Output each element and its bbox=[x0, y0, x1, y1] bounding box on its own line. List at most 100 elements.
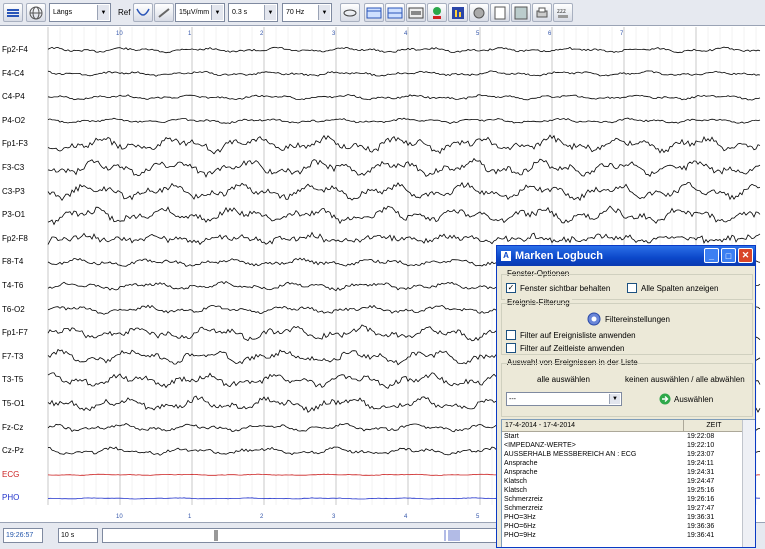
event-row[interactable]: PHO=6Hz 19:36:36 bbox=[502, 522, 755, 531]
event-row[interactable]: Schmerzreiz 19:27:47 bbox=[502, 504, 755, 513]
channel-label[interactable]: T4-T6 bbox=[2, 281, 23, 290]
channel-label[interactable]: Fz-Cz bbox=[2, 423, 23, 432]
channel-label[interactable]: F7-T3 bbox=[2, 352, 23, 361]
menu-icon bbox=[7, 8, 19, 17]
green-ball-button[interactable] bbox=[427, 3, 447, 22]
layout1-button[interactable] bbox=[364, 3, 384, 22]
photo-button[interactable] bbox=[469, 3, 489, 22]
menu-button[interactable] bbox=[3, 3, 23, 22]
filter-select[interactable]: 70 Hz ▼ bbox=[282, 3, 332, 22]
col-time-header[interactable]: ZEIT bbox=[684, 420, 745, 431]
event-row[interactable]: Schmerzreiz 19:26:16 bbox=[502, 495, 755, 504]
eye-button[interactable] bbox=[340, 3, 360, 22]
channel-label[interactable]: Cz-Pz bbox=[2, 446, 24, 455]
layout2-button[interactable] bbox=[385, 3, 405, 22]
channel-trace bbox=[47, 94, 761, 101]
event-row[interactable]: Klatsch 19:25:16 bbox=[502, 486, 755, 495]
event-name: Ansprache bbox=[504, 460, 538, 467]
event-time: 19:24:11 bbox=[687, 460, 714, 467]
globe-button[interactable] bbox=[26, 3, 46, 22]
channel-trace bbox=[47, 117, 761, 124]
save-icon bbox=[514, 6, 528, 19]
event-time: 19:22:08 bbox=[687, 433, 715, 440]
event-row[interactable]: Ansprache 19:24:11 bbox=[502, 459, 755, 468]
event-row[interactable]: <IMPEDANZ-WERTE> 19:22:10 bbox=[502, 441, 755, 450]
keep-visible-checkbox[interactable]: ✓ Fenster sichtbar behalten bbox=[506, 283, 610, 293]
channel-label[interactable]: C3-P3 bbox=[2, 187, 25, 196]
event-time: 19:27:47 bbox=[687, 505, 715, 512]
event-name: Schmerzreiz bbox=[504, 505, 543, 512]
channel-label[interactable]: ECG bbox=[2, 470, 19, 479]
channel-label[interactable]: Fp1-F3 bbox=[2, 139, 28, 148]
window-value: 10 s bbox=[61, 532, 75, 539]
channel-label[interactable]: P3-O1 bbox=[2, 210, 25, 219]
channel-label[interactable]: Fp1-F7 bbox=[2, 328, 28, 337]
time-tick-label: 6 bbox=[548, 31, 552, 37]
notes-button[interactable] bbox=[490, 3, 510, 22]
select-button-label: Auswählen bbox=[674, 394, 714, 404]
close-icon: ✕ bbox=[741, 250, 750, 260]
dialog-titlebar[interactable]: A Marken Logbuch _ □ ✕ bbox=[497, 246, 755, 266]
select-button[interactable]: Auswählen bbox=[659, 393, 713, 405]
channel-label[interactable]: PHO bbox=[2, 493, 19, 502]
all-columns-checkbox[interactable]: Alle Spalten anzeigen bbox=[627, 283, 718, 293]
montage-select[interactable]: Längs ▼ bbox=[49, 3, 111, 22]
vertical-scrollbar[interactable] bbox=[742, 420, 755, 547]
link-button[interactable] bbox=[154, 3, 174, 22]
globe-icon bbox=[29, 6, 43, 19]
green-ball-icon bbox=[433, 6, 441, 19]
chart-icon bbox=[452, 6, 464, 19]
filter-settings-label: Filtereinstellungen bbox=[605, 314, 670, 324]
channel-label[interactable]: P4-O2 bbox=[2, 116, 25, 125]
maximize-button[interactable]: □ bbox=[721, 248, 736, 263]
event-time: 19:24:47 bbox=[687, 478, 715, 485]
chevron-down-icon: ▼ bbox=[318, 5, 330, 20]
event-time: 19:36:31 bbox=[687, 514, 715, 521]
event-list[interactable]: 17-4-2014 - 17-4-2014 ZEIT Start 19:22:08… bbox=[501, 419, 755, 547]
event-name: PHO=9Hz bbox=[504, 532, 536, 539]
channel-trace bbox=[47, 205, 761, 226]
print-button[interactable] bbox=[532, 3, 552, 22]
chart-button[interactable] bbox=[448, 3, 468, 22]
channel-label[interactable]: F8-T4 bbox=[2, 257, 23, 266]
window-select[interactable]: 10 s bbox=[58, 528, 98, 543]
time-constant-select[interactable]: 0.3 s ▼ bbox=[228, 3, 278, 22]
ref-label[interactable]: Ref bbox=[118, 3, 130, 22]
filter-timeline-checkbox[interactable]: Filter auf Zeitleiste anwenden bbox=[506, 343, 625, 353]
dialog-title: Marken Logbuch bbox=[515, 250, 604, 262]
event-row[interactable]: Start 19:22:08 bbox=[502, 432, 755, 441]
filter-wave-button[interactable] bbox=[133, 3, 153, 22]
layout3-button[interactable] bbox=[406, 3, 426, 22]
toolbar: Längs ▼ Ref 15µV/mm ▼ 0.3 s ▼ 70 Hz ▼ zz… bbox=[0, 0, 765, 26]
channel-label[interactable]: C4-P4 bbox=[2, 92, 25, 101]
filter-settings-button[interactable]: Filtereinstellungen bbox=[586, 311, 670, 327]
channel-label[interactable]: F4-C4 bbox=[2, 69, 24, 78]
channel-label[interactable]: Fp2-F8 bbox=[2, 234, 28, 243]
chevron-down-icon: ▼ bbox=[211, 5, 223, 20]
filter-eventlist-checkbox[interactable]: Filter auf Ereignisliste anwenden bbox=[506, 330, 636, 340]
sleep-button[interactable]: zzz bbox=[553, 3, 573, 22]
keep-visible-label: Fenster sichtbar behalten bbox=[520, 283, 611, 293]
sensitivity-select[interactable]: 15µV/mm ▼ bbox=[175, 3, 225, 22]
save-button[interactable] bbox=[511, 3, 531, 22]
channel-label[interactable]: Fp2-F4 bbox=[2, 45, 28, 54]
channel-trace bbox=[47, 231, 761, 246]
event-row[interactable]: Ansprache 19:24:31 bbox=[502, 468, 755, 477]
channel-label[interactable]: F3-C3 bbox=[2, 163, 24, 172]
col-event-header[interactable]: 17-4-2014 - 17-4-2014 bbox=[502, 420, 684, 431]
minimize-button[interactable]: _ bbox=[704, 248, 719, 263]
time-tick-label: 4 bbox=[404, 31, 408, 37]
select-all-link[interactable]: alle auswählen bbox=[537, 375, 590, 384]
channel-label[interactable]: T6-O2 bbox=[2, 305, 25, 314]
select-none-link[interactable]: keinen auswählen / alle abwählen bbox=[625, 375, 745, 384]
event-row[interactable]: AUSSERHALB MESSBEREICH AN : ECG 19:23:07 bbox=[502, 450, 755, 459]
event-row[interactable]: PHO=9Hz 19:36:41 bbox=[502, 531, 755, 540]
event-row[interactable]: PHO=3Hz 19:36:31 bbox=[502, 513, 755, 522]
close-button[interactable]: ✕ bbox=[738, 248, 753, 263]
filter-eventlist-label: Filter auf Ereignisliste anwenden bbox=[520, 330, 636, 340]
event-combo[interactable]: --- ▼ bbox=[506, 392, 622, 406]
channel-label[interactable]: T3-T5 bbox=[2, 375, 23, 384]
channel-label[interactable]: T5-O1 bbox=[2, 399, 25, 408]
event-row[interactable]: Klatsch 19:24:47 bbox=[502, 477, 755, 486]
time-tick-label: 5 bbox=[476, 31, 480, 37]
